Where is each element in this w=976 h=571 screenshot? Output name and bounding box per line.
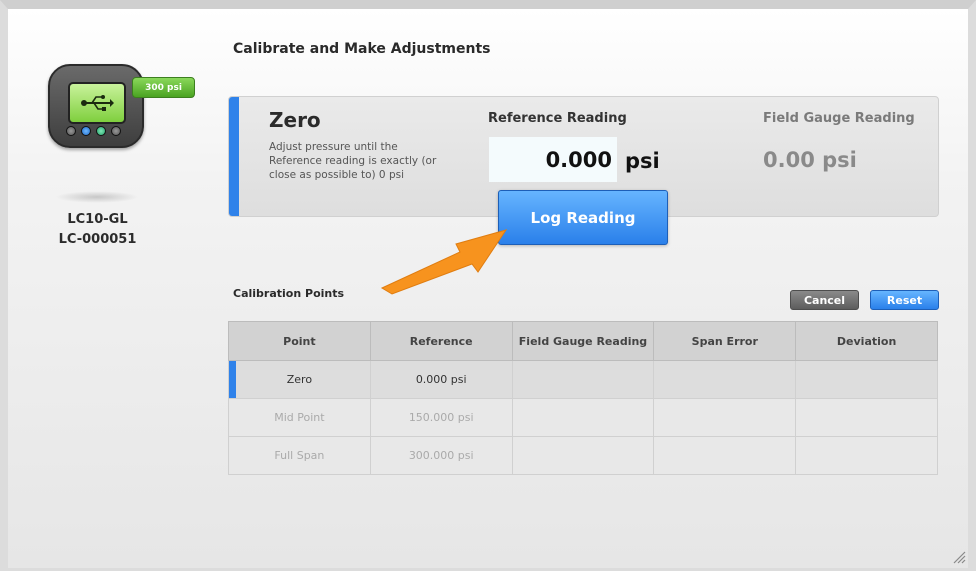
table-cell-deviation — [795, 360, 938, 399]
column-header-field-gauge: Field Gauge Reading — [511, 321, 655, 361]
usb-icon — [81, 95, 114, 111]
device-model: LC10-GL — [67, 212, 128, 227]
resize-grip-icon[interactable] — [952, 550, 966, 564]
table-cell-field-gauge — [511, 436, 655, 475]
calibration-points-title: Calibration Points — [233, 287, 345, 300]
reference-reading-label: Reference Reading — [488, 111, 627, 126]
table-cell-field-gauge — [511, 360, 655, 399]
reference-reading-unit: psi — [625, 149, 660, 173]
table-cell-reference: 0.000 psi — [369, 360, 513, 399]
table-row[interactable]: Mid Point 150.000 psi — [228, 398, 938, 437]
table-cell-deviation — [795, 398, 938, 437]
active-row-indicator — [229, 361, 236, 398]
column-header-point: Point — [228, 321, 371, 361]
page-title: Calibrate and Make Adjustments — [233, 41, 491, 57]
step-accent-bar — [229, 97, 239, 216]
calibration-points-table: Point Reference Field Gauge Reading Span… — [228, 321, 938, 475]
step-instruction: Adjust pressure until the Reference read… — [269, 141, 437, 181]
device-buttons — [66, 126, 121, 136]
table-header-row: Point Reference Field Gauge Reading Span… — [228, 321, 938, 361]
field-gauge-value: 0.00 psi — [763, 148, 857, 172]
device-image — [48, 64, 144, 148]
device-shadow — [55, 191, 139, 203]
range-badge: 300 psi — [132, 77, 195, 98]
reset-button[interactable]: Reset — [870, 290, 939, 310]
table-cell-reference: 300.000 psi — [369, 436, 513, 475]
reference-reading-value: 0.000 — [489, 137, 617, 182]
cancel-button[interactable]: Cancel — [790, 290, 859, 310]
device-serial: LC-000051 — [58, 232, 137, 247]
table-cell-span-error — [653, 360, 797, 399]
pointer-arrow-icon — [380, 229, 508, 295]
table-cell-span-error — [653, 398, 797, 437]
log-reading-button[interactable]: Log Reading — [498, 190, 668, 245]
table-row[interactable]: Full Span 300.000 psi — [228, 436, 938, 475]
table-cell-deviation — [795, 436, 938, 475]
device-button-icon — [111, 126, 121, 136]
table-row[interactable]: Zero 0.000 psi — [228, 360, 938, 399]
device-button-icon — [81, 126, 91, 136]
device-button-icon — [96, 126, 106, 136]
step-title: Zero — [269, 108, 321, 132]
column-header-deviation: Deviation — [795, 321, 938, 361]
table-cell-point: Zero — [228, 360, 371, 399]
table-cell-point: Mid Point — [228, 398, 371, 437]
column-header-span-error: Span Error — [653, 321, 797, 361]
device-button-icon — [66, 126, 76, 136]
cell-text: Zero — [286, 373, 313, 386]
table-cell-field-gauge — [511, 398, 655, 437]
column-header-reference: Reference — [369, 321, 513, 361]
device-screen — [68, 82, 126, 124]
table-cell-span-error — [653, 436, 797, 475]
table-cell-point: Full Span — [228, 436, 371, 475]
table-cell-reference: 150.000 psi — [369, 398, 513, 437]
field-gauge-label: Field Gauge Reading — [763, 111, 915, 126]
